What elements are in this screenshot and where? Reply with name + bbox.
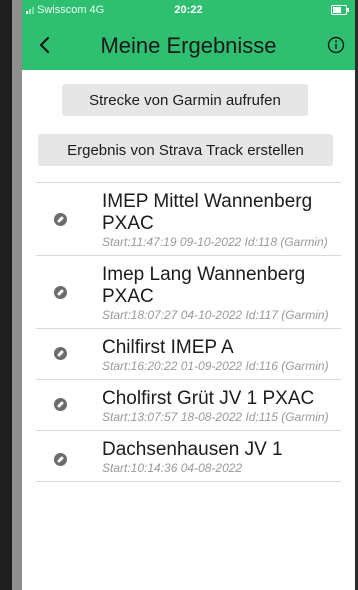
- strava-button[interactable]: Ergebnis von Strava Track erstellen: [38, 134, 333, 166]
- item-title: Dachsenhausen JV 1: [102, 439, 283, 460]
- info-button[interactable]: [325, 34, 347, 56]
- compass-icon: [54, 213, 67, 226]
- list-item[interactable]: Cholfirst Grüt JV 1 PXAC Start:13:07:57 …: [36, 380, 341, 431]
- status-bar: Swisscom 4G 20:22: [22, 0, 355, 20]
- compass-icon: [54, 453, 67, 466]
- status-time: 20:22: [174, 4, 203, 16]
- left-edge: [0, 0, 12, 590]
- item-title: Chilfirst IMEP A: [102, 337, 234, 358]
- item-title: IMEP Mittel Wannenberg PXAC: [102, 191, 313, 234]
- item-subtitle: Start:16:20:22 01-09-2022 Id:116 (Garmin…: [102, 359, 329, 373]
- info-icon: [327, 36, 345, 54]
- nav-bar: Meine Ergebnisse: [22, 20, 355, 70]
- item-title: Cholfirst Grüt JV 1 PXAC: [102, 388, 315, 409]
- compass-icon: [54, 398, 67, 411]
- back-button[interactable]: [30, 30, 60, 60]
- battery-icon: [331, 5, 349, 15]
- left-gray-strip: [12, 0, 22, 590]
- app: Swisscom 4G 20:22 Meine Ergebnisse Strec…: [22, 0, 355, 590]
- compass-icon: [54, 286, 67, 299]
- list-item[interactable]: Dachsenhausen JV 1 Start:10:14:36 04-08-…: [36, 431, 341, 482]
- item-subtitle: Start:13:07:57 18-08-2022 Id:115 (Garmin…: [102, 410, 329, 424]
- item-subtitle: Start:10:14:36 04-08-2022: [102, 461, 243, 475]
- list-item[interactable]: IMEP Mittel Wannenberg PXAC Start:11:47:…: [36, 183, 341, 256]
- compass-icon: [54, 347, 67, 360]
- item-subtitle: Start:18:07:27 04-10-2022 Id:117 (Garmin…: [102, 308, 329, 322]
- list-item[interactable]: Chilfirst IMEP A Start:16:20:22 01-09-20…: [36, 329, 341, 380]
- list-item[interactable]: Imep Lang Wannenberg PXAC Start:18:07:27…: [36, 256, 341, 329]
- screen: Swisscom 4G 20:22 Meine Ergebnisse Strec…: [0, 0, 358, 590]
- page-title: Meine Ergebnisse: [100, 33, 277, 58]
- results-list: IMEP Mittel Wannenberg PXAC Start:11:47:…: [22, 183, 355, 482]
- garmin-button[interactable]: Strecke von Garmin aufrufen: [62, 84, 308, 116]
- item-title: Imep Lang Wannenberg PXAC: [102, 264, 306, 307]
- item-subtitle: Start:11:47:19 09-10-2022 Id:118 (Garmin…: [102, 235, 328, 249]
- chevron-left-icon: [39, 36, 50, 54]
